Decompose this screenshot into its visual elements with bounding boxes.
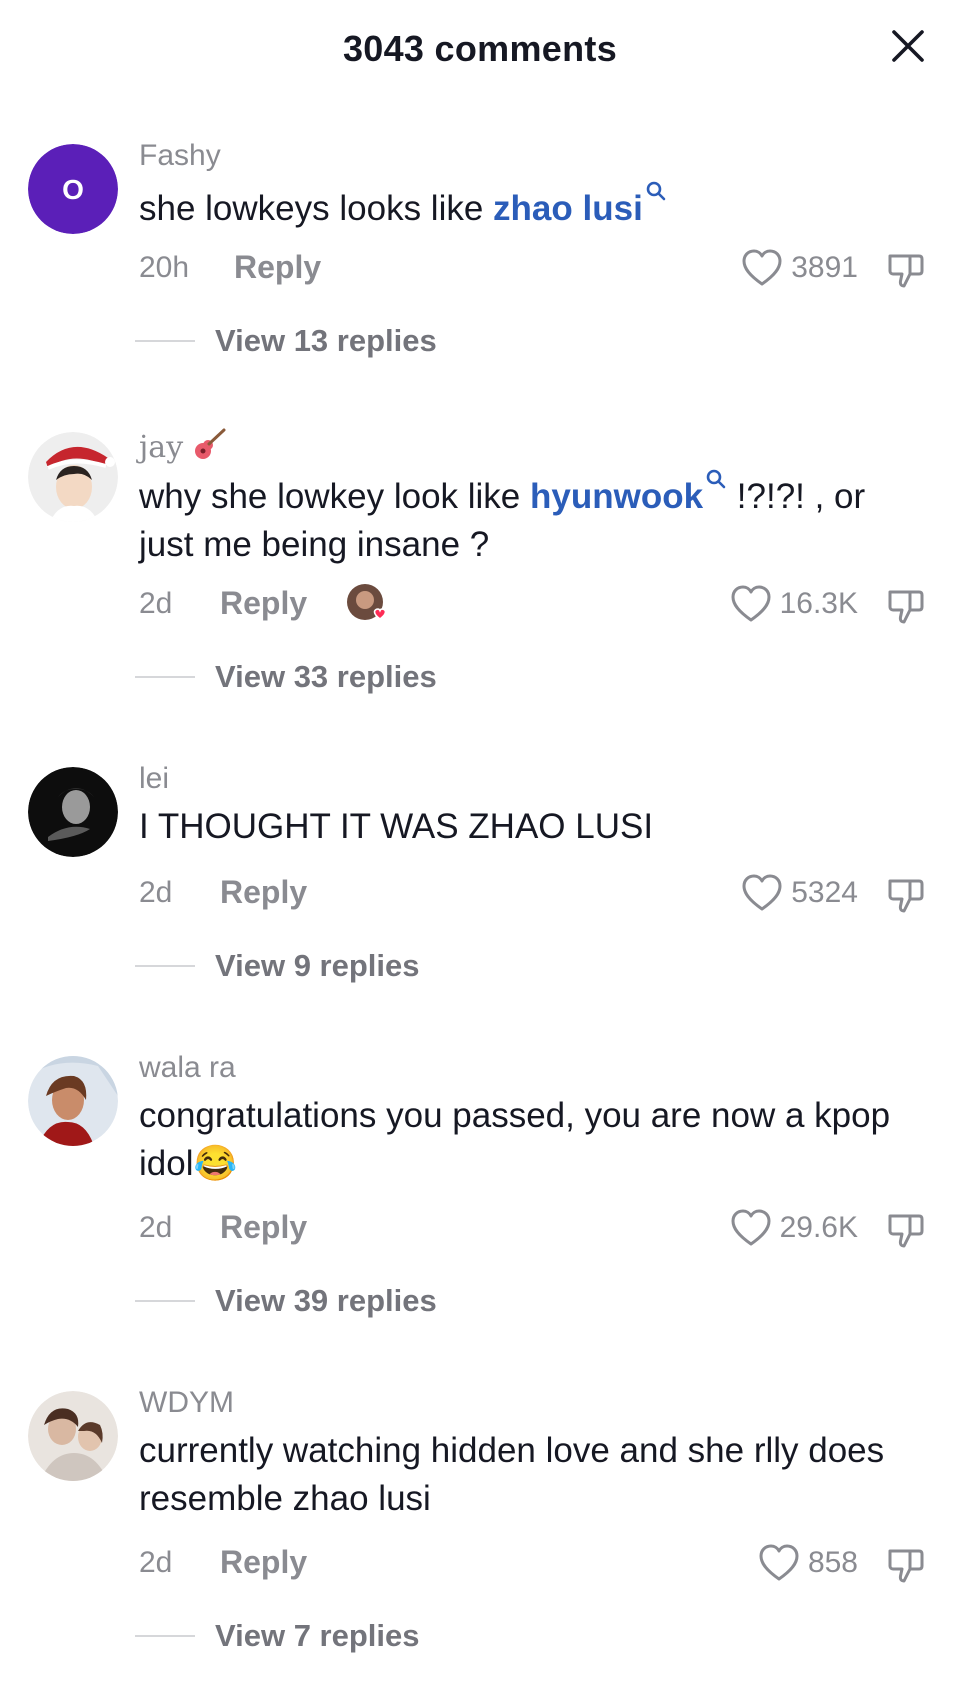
thumbs-down-icon <box>888 254 924 288</box>
view-replies-button[interactable]: View 13 replies <box>135 323 437 359</box>
divider-line <box>135 1635 195 1637</box>
close-button[interactable] <box>888 26 928 66</box>
dislike-button[interactable] <box>886 586 926 626</box>
svg-text:O: O <box>62 174 84 205</box>
reply-button[interactable]: Reply <box>220 1544 307 1581</box>
like-count: 16.3K <box>779 587 858 620</box>
search-icon <box>705 468 727 490</box>
like-button[interactable]: 16.3K <box>730 584 858 624</box>
like-count: 5324 <box>791 876 858 909</box>
reply-button[interactable]: Reply <box>220 585 307 622</box>
comment-time: 2d <box>139 1546 173 1579</box>
divider-line <box>135 965 195 967</box>
comment-text: I THOUGHT IT WAS ZHAO LUSI <box>139 807 654 846</box>
comment-time: 2d <box>139 1211 173 1244</box>
comment-text: currently watching hidden love and she r… <box>139 1431 885 1518</box>
avatar[interactable] <box>28 1391 118 1481</box>
dislike-button[interactable] <box>886 250 926 290</box>
avatar[interactable] <box>28 767 118 857</box>
heart-icon <box>742 874 782 911</box>
view-replies-label: View 9 replies <box>215 948 420 983</box>
like-button[interactable]: 3891 <box>741 248 858 288</box>
view-replies-button[interactable]: View 33 replies <box>135 659 437 695</box>
divider-line <box>135 676 195 678</box>
comment-username[interactable]: wala ra <box>139 1051 236 1085</box>
dislike-button[interactable] <box>886 875 926 915</box>
comment-text-part: congratulations you passed, you are now … <box>139 1096 891 1183</box>
guitar-icon <box>191 427 229 463</box>
comment-text-part: why she lowkey look like <box>139 477 530 516</box>
search-mention-link[interactable]: hyunwook <box>530 477 703 516</box>
thumbs-down-icon <box>888 590 924 624</box>
heart-icon <box>742 249 782 286</box>
comment-time: 2d <box>139 587 173 620</box>
view-replies-button[interactable]: View 9 replies <box>135 948 420 984</box>
comment-username[interactable]: lei <box>139 762 169 796</box>
search-icon <box>645 180 667 202</box>
like-count: 858 <box>807 1546 858 1579</box>
reply-button[interactable]: Reply <box>220 874 307 911</box>
comment-text: she lowkeys looks like zhao lusi <box>139 180 929 233</box>
comment-time: 2d <box>139 876 173 909</box>
search-mention-link[interactable]: zhao lusi <box>493 189 643 228</box>
like-button[interactable]: 858 <box>758 1543 858 1583</box>
view-replies-button[interactable]: View 7 replies <box>135 1618 420 1654</box>
heart-icon <box>759 1544 799 1581</box>
dislike-button[interactable] <box>886 1545 926 1585</box>
comment-text-part: she lowkeys looks like <box>139 189 494 228</box>
thumbs-down-icon <box>888 879 924 913</box>
heart-icon <box>731 1209 771 1246</box>
view-replies-label: View 33 replies <box>215 659 437 694</box>
heart-icon <box>731 585 771 622</box>
thumbs-down-icon <box>888 1549 924 1583</box>
view-replies-label: View 39 replies <box>215 1283 437 1318</box>
like-button[interactable]: 5324 <box>741 873 858 913</box>
comment-time: 20h <box>139 251 190 284</box>
comment-username[interactable]: jay <box>139 427 229 465</box>
reply-button[interactable]: Reply <box>220 1209 307 1246</box>
dislike-button[interactable] <box>886 1210 926 1250</box>
divider-line <box>135 340 195 342</box>
avatar[interactable]: O <box>28 144 118 234</box>
laughing-emoji-icon: 😂 <box>193 1144 238 1183</box>
view-replies-label: View 7 replies <box>215 1618 420 1653</box>
like-count: 3891 <box>791 251 858 284</box>
reply-button[interactable]: Reply <box>234 249 321 286</box>
like-button[interactable]: 29.6K <box>730 1208 858 1248</box>
comment-username[interactable]: Fashy <box>139 139 221 173</box>
comment-text: congratulations you passed, you are now … <box>139 1092 929 1188</box>
view-replies-button[interactable]: View 39 replies <box>135 1283 437 1319</box>
view-replies-label: View 13 replies <box>215 323 437 358</box>
avatar[interactable] <box>28 1056 118 1146</box>
comments-count-title: 3043 comments <box>342 28 618 69</box>
comment-text: why she lowkey look like hyunwook !?!?! … <box>139 468 929 569</box>
creator-liked-avatar <box>345 582 389 626</box>
comments-header: 3043 comments <box>0 0 960 104</box>
comment-username-label: jay <box>139 430 184 465</box>
divider-line <box>135 1300 195 1302</box>
thumbs-down-icon <box>888 1214 924 1248</box>
avatar[interactable] <box>28 432 118 522</box>
like-count: 29.6K <box>779 1211 858 1244</box>
comment-username[interactable]: WDYM <box>139 1386 234 1420</box>
close-icon <box>892 30 924 62</box>
